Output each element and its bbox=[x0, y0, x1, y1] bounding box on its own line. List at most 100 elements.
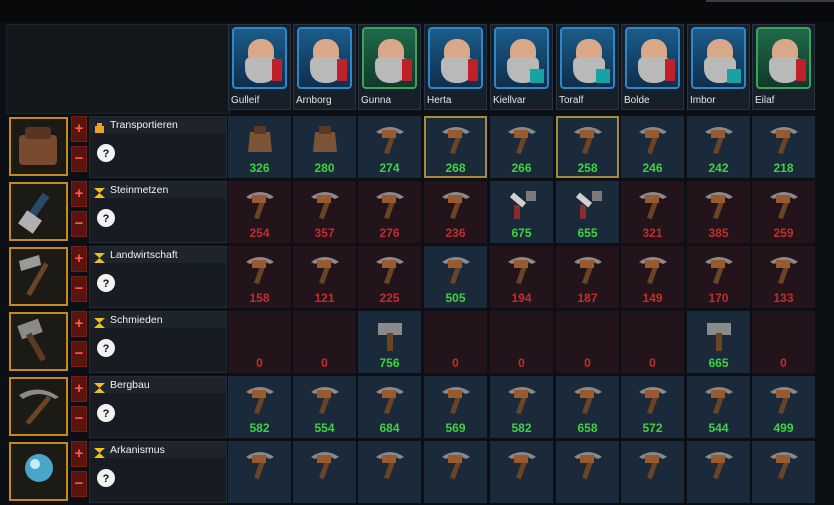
skill-value: 280 bbox=[314, 161, 335, 175]
skill-value: 242 bbox=[708, 161, 729, 175]
hourglass-icon bbox=[94, 445, 105, 458]
skill-cell[interactable]: 280 bbox=[293, 116, 356, 178]
skill-cell[interactable] bbox=[556, 441, 619, 503]
skill-cell[interactable]: 276 bbox=[358, 181, 421, 243]
skill-cell[interactable]: 194 bbox=[490, 246, 553, 308]
skill-cell[interactable]: 0 bbox=[424, 311, 487, 373]
worker-portrait-gulleif[interactable]: Gulleif bbox=[228, 24, 291, 110]
skill-cell[interactable] bbox=[490, 441, 553, 503]
skill-cell[interactable] bbox=[228, 441, 291, 503]
skill-cell[interactable]: 385 bbox=[687, 181, 750, 243]
skill-value: 187 bbox=[577, 291, 598, 305]
skill-cell[interactable]: 259 bbox=[752, 181, 815, 243]
skill-value: 276 bbox=[379, 226, 400, 240]
pickaxe-icon bbox=[570, 122, 606, 161]
priority-minus-button[interactable]: − bbox=[71, 341, 87, 367]
skill-cell[interactable]: 158 bbox=[228, 246, 291, 308]
skill-cell[interactable]: 658 bbox=[556, 376, 619, 438]
priority-minus-button[interactable]: − bbox=[71, 146, 87, 172]
worker-portrait-gunna[interactable]: Gunna bbox=[358, 24, 421, 110]
skill-cell[interactable]: 675 bbox=[490, 181, 553, 243]
priority-plus-button[interactable]: + bbox=[71, 441, 87, 467]
priority-minus-button[interactable]: − bbox=[71, 406, 87, 432]
priority-minus-button[interactable]: − bbox=[71, 276, 87, 302]
skill-cell[interactable]: 170 bbox=[687, 246, 750, 308]
job-icon[interactable] bbox=[9, 377, 68, 436]
skill-cell[interactable]: 0 bbox=[752, 311, 815, 373]
skill-cell[interactable]: 569 bbox=[424, 376, 487, 438]
job-icon[interactable] bbox=[9, 312, 68, 371]
skill-cell[interactable]: 246 bbox=[621, 116, 684, 178]
pickaxe-icon bbox=[307, 382, 343, 421]
skill-cell[interactable]: 254 bbox=[228, 181, 291, 243]
priority-plus-button[interactable]: + bbox=[71, 246, 87, 272]
priority-minus-button[interactable]: − bbox=[71, 471, 87, 497]
worker-portrait-bolde[interactable]: Bolde bbox=[621, 24, 684, 110]
job-icon[interactable] bbox=[9, 117, 68, 176]
job-row-landwirtschaft: + − Landwirtschaft? 158 121 225 505 194 187 149 17… bbox=[0, 246, 834, 310]
skill-cell[interactable]: 258 bbox=[556, 116, 619, 178]
skill-cell[interactable]: 582 bbox=[490, 376, 553, 438]
job-icon[interactable] bbox=[9, 182, 68, 241]
job-icon[interactable] bbox=[9, 247, 68, 306]
job-row-steinmetzen: + − Steinmetzen? 254 357 276 236 675 655 321 385 25… bbox=[0, 181, 834, 245]
worker-portrait-arnborg[interactable]: Arnborg bbox=[293, 24, 356, 110]
skill-cell[interactable]: 0 bbox=[228, 311, 291, 373]
skill-cell[interactable]: 274 bbox=[358, 116, 421, 178]
skill-cell[interactable]: 242 bbox=[687, 116, 750, 178]
priority-plus-button[interactable]: + bbox=[71, 181, 87, 207]
skill-cell[interactable]: 655 bbox=[556, 181, 619, 243]
hourglass-icon bbox=[94, 185, 105, 198]
skill-cell[interactable] bbox=[687, 441, 750, 503]
skill-cell[interactable] bbox=[293, 441, 356, 503]
job-icon[interactable] bbox=[9, 442, 68, 501]
skill-cell[interactable]: 268 bbox=[424, 116, 487, 178]
skill-value: 218 bbox=[773, 161, 794, 175]
skill-cell[interactable]: 572 bbox=[621, 376, 684, 438]
worker-portrait-toralf[interactable]: Toralf bbox=[556, 24, 619, 110]
skill-cell[interactable]: 505 bbox=[424, 246, 487, 308]
priority-plus-button[interactable]: + bbox=[71, 311, 87, 337]
skill-cell[interactable]: 326 bbox=[228, 116, 291, 178]
skill-cell[interactable]: 133 bbox=[752, 246, 815, 308]
skill-cell[interactable]: 499 bbox=[752, 376, 815, 438]
priority-plus-button[interactable]: + bbox=[71, 376, 87, 402]
skill-cell[interactable]: 0 bbox=[293, 311, 356, 373]
skill-cell[interactable]: 756 bbox=[358, 311, 421, 373]
skill-cell[interactable]: 149 bbox=[621, 246, 684, 308]
skill-cell[interactable]: 554 bbox=[293, 376, 356, 438]
worker-portraits: Gulleif Arnborg Gunna Herta Kiellvar Toralf Bo… bbox=[228, 24, 834, 112]
priority-plus-button[interactable]: + bbox=[71, 116, 87, 142]
skill-cell[interactable] bbox=[752, 441, 815, 503]
skill-cell[interactable]: 187 bbox=[556, 246, 619, 308]
job-title: Arkanismus bbox=[110, 444, 165, 456]
skill-cell[interactable]: 0 bbox=[490, 311, 553, 373]
skill-cell[interactable]: 0 bbox=[556, 311, 619, 373]
job-header: Arkanismus bbox=[90, 442, 226, 458]
skill-cell[interactable]: 121 bbox=[293, 246, 356, 308]
skill-cell[interactable]: 236 bbox=[424, 181, 487, 243]
skill-cell[interactable]: 582 bbox=[228, 376, 291, 438]
skill-cell[interactable]: 266 bbox=[490, 116, 553, 178]
skill-cell[interactable]: 544 bbox=[687, 376, 750, 438]
worker-portrait-herta[interactable]: Herta bbox=[424, 24, 487, 110]
priority-minus-button[interactable]: − bbox=[71, 211, 87, 237]
pickaxe-icon bbox=[766, 122, 802, 161]
worker-portrait-kiellvar[interactable]: Kiellvar bbox=[490, 24, 553, 110]
skill-cell[interactable]: 684 bbox=[358, 376, 421, 438]
svg-text:?: ? bbox=[103, 473, 110, 485]
skill-cell[interactable] bbox=[358, 441, 421, 503]
skill-cell[interactable]: 225 bbox=[358, 246, 421, 308]
worker-portrait-imbor[interactable]: Imbor bbox=[687, 24, 750, 110]
skill-value: 246 bbox=[642, 161, 663, 175]
pickaxe-icon bbox=[504, 122, 540, 161]
skill-cell[interactable]: 321 bbox=[621, 181, 684, 243]
skill-cell[interactable]: 0 bbox=[621, 311, 684, 373]
skill-cell[interactable] bbox=[424, 441, 487, 503]
skill-cell[interactable]: 665 bbox=[687, 311, 750, 373]
worker-portrait-eilaf[interactable]: Eilaf bbox=[752, 24, 815, 110]
skill-value: 675 bbox=[511, 226, 532, 240]
skill-cell[interactable]: 218 bbox=[752, 116, 815, 178]
skill-cell[interactable]: 357 bbox=[293, 181, 356, 243]
skill-cell[interactable] bbox=[621, 441, 684, 503]
